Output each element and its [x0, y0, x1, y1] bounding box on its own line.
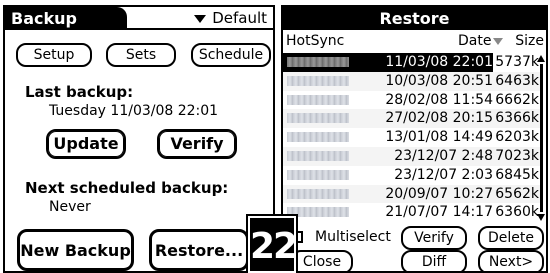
last-backup-value: Tuesday 11/03/08 22:01: [49, 103, 219, 119]
row-date: 20/09/07 10:27: [385, 185, 493, 202]
row-size: 6360k: [495, 204, 539, 221]
row-date: 28/02/08 11:54: [385, 91, 493, 108]
row-date: 11/03/08 22:01: [385, 54, 493, 70]
list-item[interactable]: 28/02/08 11:54 6662k: [283, 91, 541, 110]
sort-descending-icon: [493, 38, 504, 45]
hotsync-name-obscured: [287, 169, 349, 180]
hotsync-list: 11/03/08 22:01 5737k 10/03/08 20:51 6463k 28…: [283, 53, 541, 223]
row-date: 23/12/07 2:03: [394, 166, 493, 183]
backup-header: Backup Default: [5, 7, 273, 30]
restore-button[interactable]: Restore...: [149, 229, 249, 271]
last-backup-label: Last backup:: [25, 83, 134, 101]
dropdown-triangle-icon: [194, 14, 207, 23]
next-button[interactable]: Next>: [478, 250, 544, 271]
scrollbar-track[interactable]: [540, 64, 543, 212]
next-scheduled-label: Next scheduled backup:: [25, 179, 229, 197]
restore-screen: Restore HotSync Date Size 11/03/08 22:01…: [281, 5, 548, 273]
multiselect-label: Multiselect: [315, 229, 391, 245]
row-size: 6662k: [495, 91, 539, 108]
restore-title: Restore: [283, 7, 546, 30]
row-size: 6366k: [495, 110, 539, 127]
list-item[interactable]: 11/03/08 22:01 5737k: [283, 53, 541, 72]
list-item[interactable]: 10/03/08 20:51 6463k: [283, 71, 541, 91]
hotsync-name-obscured: [287, 207, 349, 218]
hotsync-name-obscured: [287, 188, 349, 199]
list-item[interactable]: 23/12/07 2:48 7023k: [283, 146, 541, 166]
column-size[interactable]: Size: [515, 31, 544, 51]
backup-set-dropdown[interactable]: Default: [194, 7, 267, 30]
hotsync-name-obscured: [287, 113, 349, 124]
list-item[interactable]: 13/01/08 14:49 6203k: [283, 128, 541, 147]
list-item[interactable]: 27/02/08 20:15 6366k: [283, 109, 541, 129]
next-scheduled-value: Never: [49, 199, 91, 215]
row-size: 6463k: [495, 72, 539, 89]
row-date: 21/07/07 14:17: [385, 204, 493, 221]
row-size: 6562k: [495, 185, 539, 202]
schedule-button[interactable]: Schedule: [191, 43, 271, 67]
delete-button[interactable]: Delete: [478, 226, 544, 250]
update-button[interactable]: Update: [46, 129, 126, 159]
figure-number: 22: [250, 226, 298, 267]
new-backup-button[interactable]: New Backup: [17, 229, 134, 271]
row-size: 6203k: [495, 129, 539, 146]
setup-button[interactable]: Setup: [16, 43, 92, 67]
scroll-up-arrow-icon[interactable]: [537, 55, 545, 62]
hotsync-name-obscured: [287, 132, 349, 143]
column-date[interactable]: Date: [458, 31, 504, 51]
row-date: 10/03/08 20:51: [385, 72, 493, 89]
backup-screen: Backup Default Setup Sets Schedule Last …: [3, 5, 275, 273]
hotsync-name-obscured: [287, 150, 349, 161]
hotsync-name-obscured: [287, 94, 349, 105]
column-date-label: Date: [458, 33, 492, 49]
row-date: 23/12/07 2:48: [394, 147, 493, 164]
list-item[interactable]: 23/12/07 2:03 6845k: [283, 166, 541, 185]
figure-number-badge: 22: [248, 216, 298, 273]
row-size: 6845k: [495, 166, 539, 183]
sets-button[interactable]: Sets: [106, 43, 176, 67]
hotsync-name-obscured: [287, 57, 349, 67]
column-headers: HotSync Date Size: [283, 31, 546, 51]
verify-restore-button[interactable]: Verify: [401, 226, 467, 250]
verify-backup-button[interactable]: Verify: [157, 129, 237, 159]
scroll-down-arrow-icon[interactable]: [537, 214, 545, 221]
diff-button[interactable]: Diff: [401, 250, 467, 271]
row-size: 5737k: [493, 53, 541, 72]
dropdown-value: Default: [212, 9, 267, 27]
close-button[interactable]: Close: [291, 250, 353, 271]
list-item[interactable]: 21/07/07 14:17 6360k: [283, 203, 541, 222]
backup-title-tab: Backup: [5, 7, 127, 30]
row-date: 27/02/08 20:15: [385, 110, 493, 127]
column-hotsync[interactable]: HotSync: [286, 31, 344, 51]
list-scrollbar[interactable]: [537, 53, 546, 223]
list-item[interactable]: 20/09/07 10:27 6562k: [283, 184, 541, 204]
row-date: 13/01/08 14:49: [385, 129, 493, 146]
row-size: 7023k: [495, 147, 539, 164]
hotsync-name-obscured: [287, 75, 349, 86]
